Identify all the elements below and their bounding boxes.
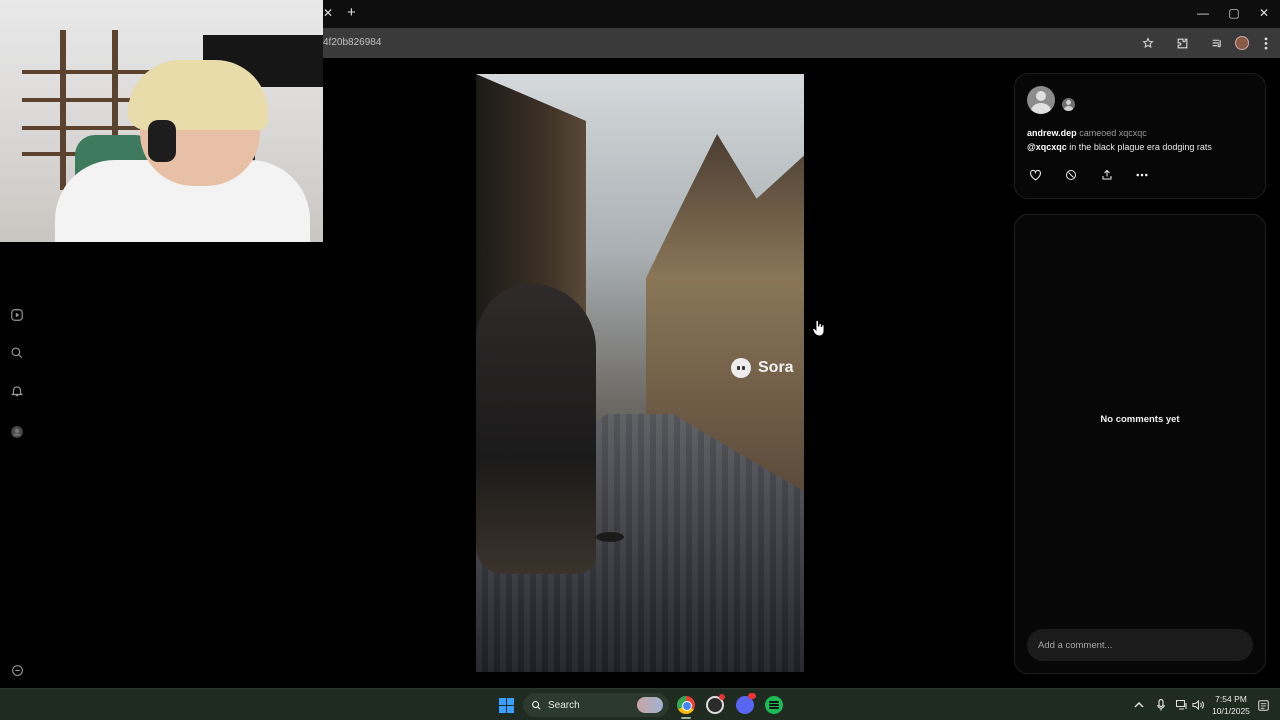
sora-watermark-text: Sora [758,359,794,376]
comment-input[interactable] [1027,629,1253,661]
cameo-text: cameoed xqcxqc [1076,128,1147,138]
share-icon[interactable] [1100,168,1114,182]
play-icon[interactable] [9,307,25,323]
extensions-icon[interactable] [1173,34,1191,52]
taskbar-search[interactable]: Search [523,693,669,717]
more-icon[interactable] [1135,168,1149,182]
menu-icon[interactable] [1257,34,1275,52]
video-player[interactable]: Sora [476,74,804,672]
webcam-overlay [0,0,323,242]
clock-time: 7:54 PM [1215,694,1247,704]
headset [148,120,176,162]
microphone-icon[interactable] [1154,698,1168,712]
star-icon[interactable] [1139,34,1157,52]
person-hair [128,60,268,130]
active-app-indicator [681,717,691,719]
shelf-post [60,30,66,190]
close-window-button[interactable]: ✕ [1254,6,1274,20]
remix-icon[interactable] [1064,168,1078,182]
cloaked-figure [476,284,596,574]
notification-center-icon[interactable] [1256,698,1270,712]
cameo-avatar[interactable] [1062,98,1075,111]
minimize-button[interactable]: — [1193,6,1213,20]
search-highlight-image [637,697,663,713]
media-icon[interactable] [1208,34,1226,52]
maximize-button[interactable]: ▢ [1224,6,1244,20]
speaker-icon[interactable] [1191,698,1205,712]
no-comments-text: No comments yet [1100,414,1180,425]
hand-cursor-icon [812,319,825,337]
notification-badge [748,693,756,699]
close-tab-button[interactable]: ✕ [323,6,333,20]
chevron-up-icon[interactable] [1132,698,1146,712]
new-tab-button[interactable]: + [347,4,356,21]
avatar[interactable] [1233,34,1251,52]
post-attribution: andrew.dep cameoed xqcxqc [1027,128,1147,138]
comments-panel: No comments yet [1014,214,1266,674]
like-icon[interactable] [1028,168,1042,182]
caption-text: in the black plague era dodging rats [1066,142,1212,152]
system-clock[interactable]: 7:54 PM 10/1/2025 [1208,693,1254,717]
taskbar-search-label: Search [548,699,580,711]
spotify-icon[interactable] [765,696,783,714]
chrome-icon[interactable] [677,696,695,714]
clock-date: 10/1/2025 [1212,706,1250,716]
rat [596,532,624,542]
author-avatar[interactable] [1027,86,1055,114]
author-username[interactable]: andrew.dep [1027,128,1077,138]
windows-taskbar: Search 7:54 PM 10/1/2025 [0,688,1280,720]
profile-icon[interactable] [9,424,25,440]
search-icon [532,700,541,710]
shelf [22,70,162,74]
caption-mention[interactable]: @xqcxqc [1027,142,1067,152]
post-card: andrew.dep cameoed xqcxqc @xqcxqc in the… [1014,73,1266,199]
url-text[interactable]: 4f20b826984 [323,37,381,48]
post-caption: @xqcxqc in the black plague era dodging … [1027,142,1212,152]
sora-watermark: Sora [731,358,794,378]
notification-badge [719,694,725,700]
search-icon[interactable] [9,345,25,361]
network-icon[interactable] [1175,698,1189,712]
bell-icon[interactable] [9,383,25,399]
settings-icon[interactable] [9,662,25,678]
windows-start-icon[interactable] [499,698,514,713]
sora-logo-icon [731,358,751,378]
